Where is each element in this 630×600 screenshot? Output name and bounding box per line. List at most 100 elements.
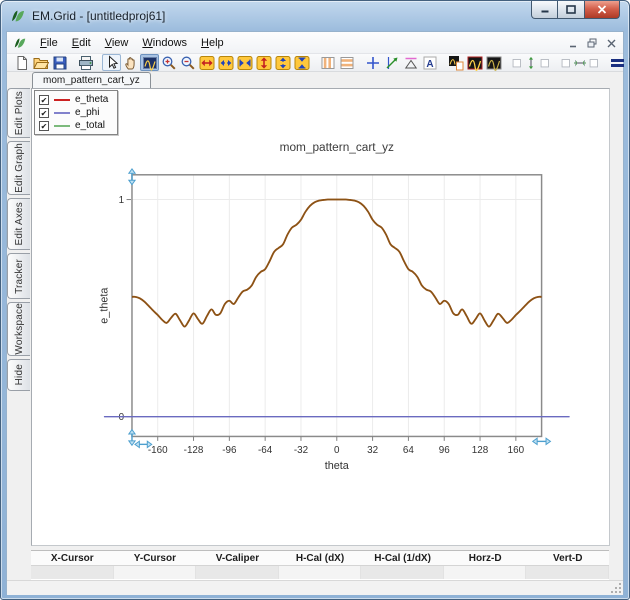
toolbar-new-document-button[interactable] — [12, 54, 31, 71]
toolbar-v-fit-full-button[interactable] — [254, 54, 273, 71]
toolbar-h-shrink-button[interactable] — [235, 54, 254, 71]
side-tab-hide[interactable]: Hide — [7, 359, 30, 391]
menu-view[interactable]: View — [98, 34, 136, 52]
cursor-table-row — [31, 566, 609, 579]
toolbar-pointer-button[interactable] — [102, 54, 121, 71]
toolbar-h-fit-full-button[interactable] — [197, 54, 216, 71]
axis-handle-vertical[interactable] — [129, 441, 135, 445]
checkbox-icon — [510, 55, 524, 71]
column-v-caliper: V-Caliper — [196, 553, 279, 564]
side-tab-workspace[interactable]: Workspace — [7, 302, 30, 356]
toolbar-zoom-out-button[interactable] — [178, 54, 197, 71]
mdi-close-button[interactable] — [603, 36, 619, 50]
axis-handle-horizontal[interactable] — [546, 438, 550, 444]
mdi-minimize-button[interactable] — [565, 36, 581, 50]
toolbar-open-file-button[interactable] — [31, 54, 50, 71]
trace-style-active-icon — [467, 55, 483, 71]
legend-checkbox-e-phi[interactable]: ✔ — [39, 108, 49, 118]
toolbar-print-button[interactable] — [76, 54, 95, 71]
side-tab-edit-plots[interactable]: Edit Plots — [7, 88, 30, 138]
column-x-cursor: X-Cursor — [31, 553, 114, 564]
side-tab-edit-axes[interactable]: Edit Axes — [7, 198, 30, 250]
zoom-in-icon — [161, 55, 177, 71]
document-tab[interactable]: mom_pattern_cart_yz — [32, 72, 151, 88]
axis-handle-horizontal[interactable] — [533, 438, 537, 444]
layout-bars-icon — [610, 55, 626, 71]
side-tab-label: Workspace — [14, 303, 25, 355]
zoom-region-icon — [142, 55, 158, 71]
toolbar-tracker-cursor-button[interactable] — [382, 54, 401, 71]
minimize-button[interactable] — [531, 1, 558, 19]
menu-file[interactable]: File — [33, 34, 65, 52]
window-title: EM.Grid - [untitledproj61] — [32, 9, 165, 23]
side-tab-tracker[interactable]: Tracker — [7, 253, 30, 299]
y-axis-label: e_theta — [98, 287, 110, 324]
axis-handle-horizontal[interactable] — [135, 441, 139, 447]
toolbar-caliper-button[interactable] — [401, 54, 420, 71]
x-axis-label: theta — [325, 460, 350, 472]
cell-v-caliper — [196, 566, 279, 579]
cell-y-cursor — [114, 566, 197, 579]
x-tick-label: 96 — [439, 445, 450, 456]
toolbar-v-shrink-button[interactable] — [292, 54, 311, 71]
title-bar[interactable]: EM.Grid - [untitledproj61] — [1, 1, 629, 31]
legend-line-sample — [54, 112, 70, 114]
cell-h-cal-1-dx — [361, 566, 444, 579]
close-button[interactable] — [585, 1, 620, 19]
toolbar-trace-style-button[interactable] — [484, 54, 503, 71]
toolbar-v-expand-button[interactable] — [273, 54, 292, 71]
column-vert-d: Vert-D — [526, 553, 609, 564]
toolbar-crosshair-cursor-button[interactable] — [363, 54, 382, 71]
split-vertical-icon — [320, 55, 336, 71]
legend: ✔e_theta ✔e_phi ✔e_total — [34, 90, 118, 135]
axis-handle-vertical[interactable] — [129, 180, 135, 184]
side-tab-label: Edit Graph — [14, 143, 25, 193]
zoom-out-icon — [180, 55, 196, 71]
legend-item-e-phi: ✔e_phi — [39, 107, 108, 118]
legend-line-sample — [54, 125, 70, 127]
side-tab-edit-graph[interactable]: Edit Graph — [7, 141, 30, 195]
toolbar-h-expand-button[interactable] — [216, 54, 235, 71]
legend-checkbox-e-total[interactable]: ✔ — [39, 121, 49, 131]
side-tab-label: Tracker — [14, 259, 25, 294]
axis-handle-vertical[interactable] — [129, 430, 135, 434]
legend-item-e-theta: ✔e_theta — [39, 94, 108, 105]
toolbar-save-button[interactable] — [50, 54, 69, 71]
graph-panel: -160-128-96-64-32032649612816001mom_patt… — [31, 88, 610, 546]
resize-grip[interactable] — [610, 582, 622, 594]
toolbar-split-horizontal-button[interactable] — [337, 54, 356, 71]
window: EM.Grid - [untitledproj61] FileEditViewW… — [0, 0, 630, 600]
h-fit-full-icon — [199, 55, 215, 71]
menu-edit[interactable]: Edit — [65, 34, 98, 52]
side-tab-label: Edit Plots — [14, 91, 25, 135]
toolbar-trace-style-active-button[interactable] — [465, 54, 484, 71]
legend-item-e-total: ✔e_total — [39, 120, 108, 131]
toolbar-zoom-in-button[interactable] — [159, 54, 178, 71]
toolbar-zoom-region-button[interactable] — [140, 54, 159, 71]
app-logo-icon — [10, 8, 26, 24]
toolbar-buttons: A Layout — [12, 54, 630, 71]
side-tab-strip: Edit Plots Edit Graph Edit Axes Tracker Work… — [7, 88, 31, 546]
client-area: FileEditViewWindowsHelp ALayout — [6, 31, 624, 594]
tab-bar: mom_pattern_cart_yz — [7, 72, 623, 88]
x-tick-label: 32 — [367, 445, 378, 456]
legend-checkbox-e-theta[interactable]: ✔ — [39, 95, 49, 105]
x-tick-label: -160 — [148, 445, 168, 456]
menu-bar: FileEditViewWindowsHelp — [7, 32, 623, 54]
toolbar-layout-button[interactable]: Layout — [608, 54, 630, 71]
menu-windows[interactable]: Windows — [135, 34, 194, 52]
toolbar-pan-hand-button[interactable] — [121, 54, 140, 71]
menu-help[interactable]: Help — [194, 34, 231, 52]
toolbar-text-annotation-button[interactable]: A — [420, 54, 439, 71]
maximize-button[interactable] — [558, 1, 585, 19]
toolbar-snapshot-button[interactable] — [446, 54, 465, 71]
toolbar-v-autoscale-group[interactable] — [510, 54, 552, 71]
toolbar-h-autoscale-group[interactable] — [559, 54, 601, 71]
toolbar-split-vertical-button[interactable] — [318, 54, 337, 71]
pan-hand-icon — [123, 55, 139, 71]
mdi-restore-button[interactable] — [584, 36, 600, 50]
svg-text:A: A — [426, 58, 433, 69]
axis-handle-vertical[interactable] — [129, 169, 135, 173]
close-icon — [597, 5, 607, 14]
cursor-readout-table: X-CursorY-CursorV-CaliperH-Cal (dX)H-Cal… — [31, 550, 609, 580]
